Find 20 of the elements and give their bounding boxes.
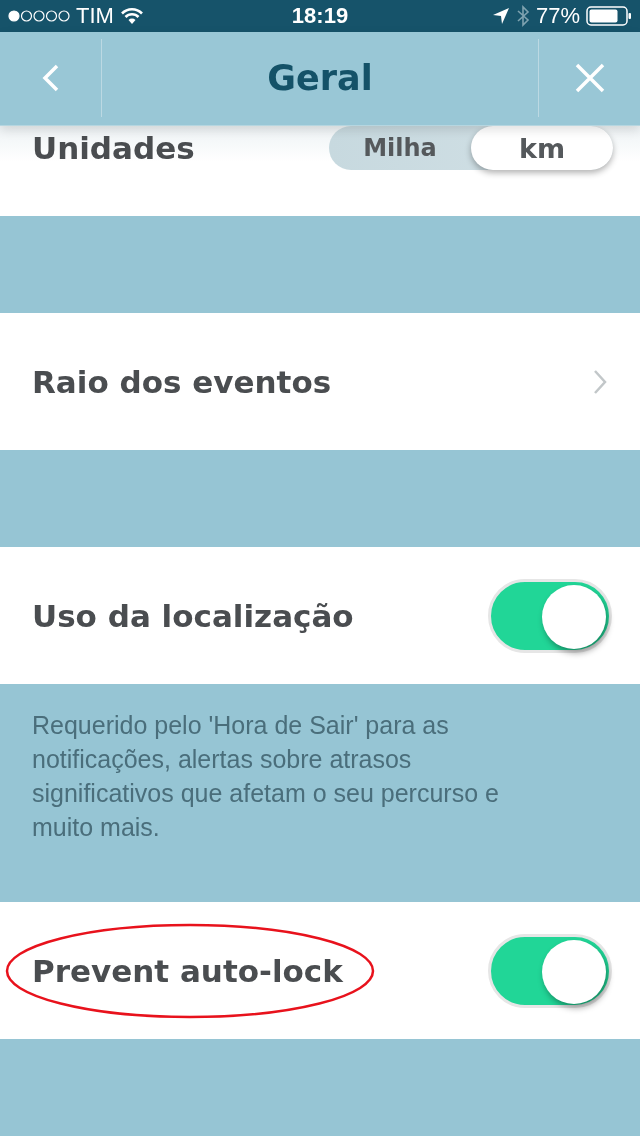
wifi-icon [119,6,144,25]
bluetooth-icon [515,4,530,27]
location-arrow-icon [491,6,510,25]
toggle-switch[interactable] [488,578,612,653]
signal-icon [8,9,70,22]
segment-option[interactable]: km [471,126,613,170]
footnote-text: Requerido pelo 'Hora de Sair' para as notificações, alertas sobre atrasos significativos que afetam o seu percurso e muito mais. [32,710,500,843]
status-time: 18:19 [291,2,349,29]
carrier-name: TIM [76,2,114,29]
battery-percent: 77% [535,2,580,29]
close-icon [573,62,606,95]
segment-option[interactable]: Milha [329,126,471,170]
settings-row[interactable]: Raio dos eventos [0,313,640,450]
row-label: Unidades [32,130,195,166]
page-title: Geral [266,58,374,99]
toggle-switch[interactable] [488,933,612,1008]
row-label: Prevent auto-lock [32,952,343,989]
row-label: Raio dos eventos [32,363,332,400]
battery-icon [586,5,632,26]
row-label: Uso da localização [32,597,354,634]
